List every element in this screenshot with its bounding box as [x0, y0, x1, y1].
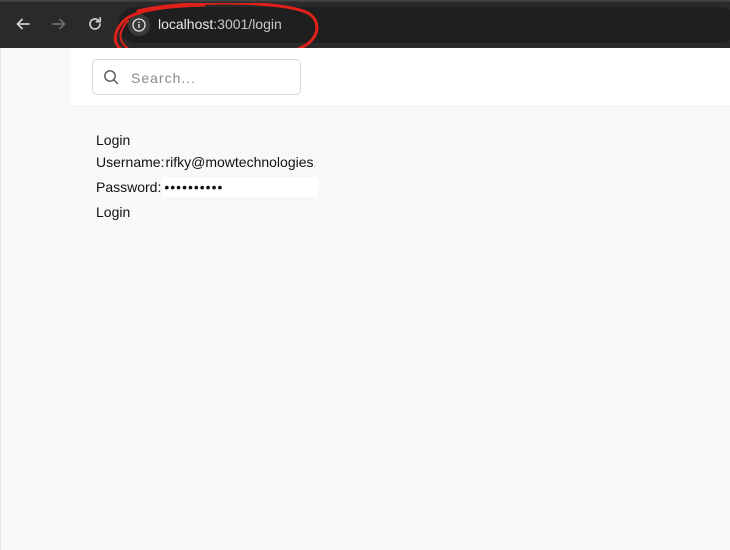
url-path: :3001/login: [213, 16, 282, 32]
password-label: Password:: [96, 179, 162, 195]
username-field[interactable]: [165, 152, 318, 172]
arrow-left-icon: [16, 18, 30, 30]
toolbar-divider: [0, 1, 730, 2]
password-field[interactable]: [162, 177, 319, 197]
url-text[interactable]: localhost:3001/login: [158, 16, 282, 32]
search-icon: [104, 70, 119, 85]
site-info-button[interactable]: [128, 14, 150, 36]
info-icon: [132, 18, 146, 32]
page-header: [71, 48, 730, 107]
reload-button[interactable]: [82, 11, 108, 37]
username-row: Username:: [96, 152, 318, 172]
login-button[interactable]: Login: [96, 204, 130, 220]
password-row: Password:: [96, 177, 319, 197]
reload-icon: [89, 16, 102, 30]
browser-window: localhost:3001/login Login Username:: [0, 0, 730, 550]
page-content: Login Username: Password: Login: [0, 48, 730, 550]
browser-toolbar: localhost:3001/login: [0, 0, 730, 61]
address-bar[interactable]: localhost:3001/login: [118, 7, 730, 43]
back-button[interactable]: [10, 11, 36, 37]
forward-button[interactable]: [46, 11, 72, 37]
search-input[interactable]: [129, 66, 298, 90]
arrow-right-icon: [52, 18, 66, 30]
form-title: Login: [96, 132, 131, 148]
username-label: Username:: [96, 154, 165, 170]
search-box[interactable]: [92, 59, 301, 95]
url-host: localhost: [158, 16, 214, 32]
